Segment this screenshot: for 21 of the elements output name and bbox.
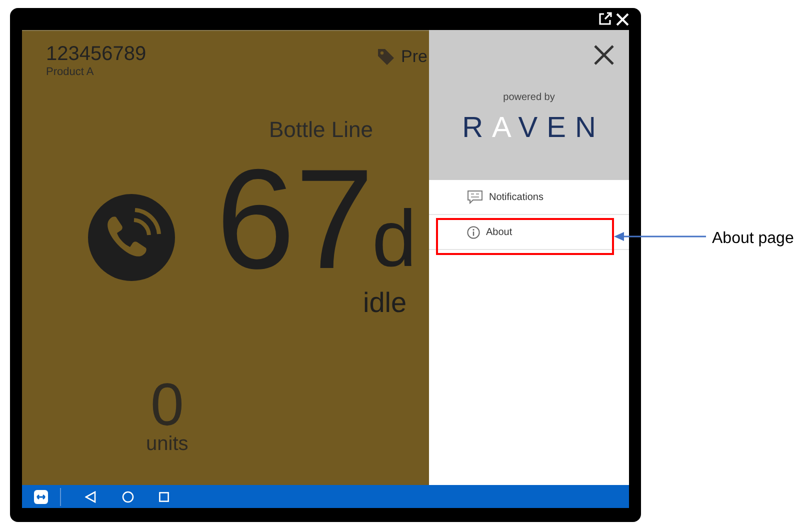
unit-count: 0 <box>150 376 184 434</box>
line-name: Bottle Line <box>269 116 373 144</box>
recents-icon[interactable] <box>159 492 169 502</box>
tag-icon <box>377 48 395 66</box>
external-link-icon[interactable] <box>598 12 612 26</box>
menu-item[interactable]: About <box>429 215 629 250</box>
remote-control-icon[interactable] <box>34 490 48 504</box>
close-icon[interactable] <box>594 45 614 65</box>
machine-id: 123456789 <box>46 42 146 66</box>
duration-unit: d <box>372 199 416 279</box>
menu-item[interactable]: Notifications <box>429 180 629 215</box>
tag-label: Pre <box>401 46 428 68</box>
home-icon[interactable] <box>122 490 134 502</box>
product-name: Product A <box>46 66 95 78</box>
count-unit: units <box>146 434 188 454</box>
info-icon <box>467 226 480 238</box>
chat-icon <box>467 190 483 204</box>
back-icon[interactable] <box>85 490 96 502</box>
annotation-label: About page <box>712 229 794 249</box>
powered-by-label: powered by <box>503 91 555 105</box>
phone-icon <box>88 194 175 281</box>
